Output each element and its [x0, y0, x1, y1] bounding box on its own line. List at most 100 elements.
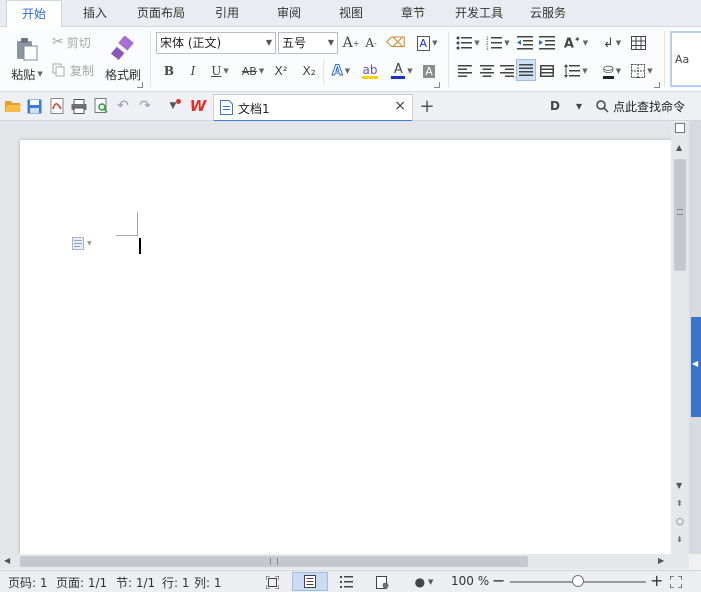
- document-tab[interactable]: 文档1 ×: [213, 94, 413, 122]
- font-dialog-launcher[interactable]: [434, 82, 440, 88]
- new-tab-button[interactable]: +: [418, 96, 436, 117]
- style-gallery-item[interactable]: Aa: [670, 31, 701, 87]
- line-spacing-button[interactable]: ▼: [562, 61, 590, 81]
- align-right-button[interactable]: [498, 61, 516, 81]
- highlighter-icon: ab: [362, 62, 378, 77]
- chinese-layout-button[interactable]: A✦ ▼: [562, 33, 590, 53]
- text-effects-button[interactable]: A ▼: [328, 61, 354, 81]
- tab-home[interactable]: 开始: [6, 0, 62, 28]
- brush-icon: [110, 35, 134, 60]
- font-name-select[interactable]: 宋体 (正文) ▼: [156, 32, 276, 54]
- open-button[interactable]: [4, 97, 22, 115]
- decrease-indent-button[interactable]: [516, 33, 534, 53]
- tab-chapter[interactable]: 章节: [390, 0, 436, 27]
- align-left-button[interactable]: [456, 61, 474, 81]
- line-spacing-icon: [564, 64, 581, 78]
- document-page[interactable]: ▼: [20, 140, 672, 554]
- reading-mode-button[interactable]: ● ▼: [410, 574, 438, 590]
- tab-page-layout[interactable]: 页面布局: [130, 0, 192, 27]
- zoom-out-button[interactable]: −: [492, 571, 505, 590]
- select-browse-object-icon[interactable]: ○: [676, 517, 684, 527]
- cut-button[interactable]: ✂ 剪切: [52, 32, 102, 52]
- underline-button[interactable]: U ▼: [206, 61, 234, 81]
- grow-font-button[interactable]: A +: [342, 33, 360, 53]
- chevron-down-icon: ▼: [37, 70, 43, 78]
- character-border-button[interactable]: A ▼: [412, 33, 442, 53]
- clear-format-button[interactable]: ⌫: [386, 33, 406, 53]
- export-pdf-button[interactable]: [48, 97, 66, 115]
- fit-page-button[interactable]: [668, 574, 684, 590]
- copy-button[interactable]: 复制: [52, 60, 102, 80]
- customize-quick-access-button[interactable]: ▼: [164, 97, 182, 115]
- horizontal-scrollbar-thumb[interactable]: [20, 556, 528, 567]
- show-hide-marks-button[interactable]: ↲ ▼: [598, 33, 626, 53]
- vertical-scrollbar[interactable]: ▲ ▼ ⇞ ○ ⇟: [671, 121, 689, 554]
- outline-view-button[interactable]: [338, 574, 354, 590]
- search-command-button[interactable]: 点此查找命令: [596, 97, 700, 115]
- highlight-button[interactable]: ab: [356, 61, 384, 81]
- redo-button[interactable]: ↷: [136, 97, 154, 115]
- font-size-select[interactable]: 五号 ▼: [278, 32, 338, 54]
- tab-references[interactable]: 引用: [204, 0, 250, 27]
- scroll-right-arrow-icon[interactable]: ▶: [658, 556, 664, 565]
- text-effects-icon: A: [331, 63, 343, 80]
- tab-review[interactable]: 审阅: [266, 0, 312, 27]
- tab-insert[interactable]: 插入: [70, 0, 120, 27]
- shading-button[interactable]: ⛀ ▼: [598, 61, 626, 81]
- paragraph-tool-button[interactable]: ▼: [72, 237, 92, 250]
- web-view-button[interactable]: [374, 574, 390, 590]
- scroll-up-arrow-icon[interactable]: ▲: [676, 143, 682, 152]
- zoom-slider-thumb[interactable]: [572, 575, 584, 587]
- numbering-button[interactable]: 123 ▼: [484, 33, 512, 53]
- next-page-icon[interactable]: ⇟: [676, 535, 683, 544]
- wps-home-button[interactable]: W: [188, 97, 208, 115]
- task-pane-toggle[interactable]: ◀: [691, 317, 701, 417]
- tab-developer[interactable]: 开发工具: [446, 0, 512, 27]
- distributed-align-button[interactable]: [538, 61, 556, 81]
- undo-button[interactable]: ↶: [114, 97, 132, 115]
- table-button[interactable]: [628, 33, 648, 53]
- subscript-button[interactable]: X₂: [298, 61, 320, 81]
- italic-button[interactable]: I: [184, 61, 202, 81]
- tab-view[interactable]: 视图: [328, 0, 374, 27]
- scrollbar-thumb[interactable]: [674, 159, 686, 271]
- split-view-icon[interactable]: [675, 123, 685, 133]
- zoom-slider[interactable]: [510, 575, 646, 587]
- strikethrough-button[interactable]: AB ▼: [238, 61, 268, 81]
- comments-button[interactable]: ▾: [570, 97, 588, 115]
- align-center-button[interactable]: [478, 61, 496, 81]
- zoom-in-button[interactable]: +: [650, 571, 663, 590]
- format-painter-label: 格式刷: [104, 67, 141, 82]
- divider: [323, 61, 324, 83]
- superscript-button[interactable]: X²: [270, 61, 292, 81]
- underline-label: U: [211, 64, 222, 78]
- format-painter-button[interactable]: 格式刷: [103, 31, 143, 87]
- page-view-button[interactable]: [292, 572, 328, 591]
- print-button[interactable]: [70, 97, 88, 115]
- tab-cloud-services[interactable]: 云服务: [520, 0, 576, 27]
- scroll-left-arrow-icon[interactable]: ◀: [4, 556, 10, 565]
- horizontal-scrollbar[interactable]: ◀ ▶: [0, 554, 689, 569]
- previous-page-icon[interactable]: ⇞: [676, 499, 683, 508]
- character-shading-button[interactable]: A: [420, 61, 438, 81]
- save-button[interactable]: [25, 97, 43, 115]
- borders-button[interactable]: ▼: [628, 61, 656, 81]
- paste-button[interactable]: 粘贴 ▼: [6, 31, 48, 87]
- collaborate-button[interactable]: D: [546, 97, 564, 115]
- bold-button[interactable]: B: [160, 61, 178, 81]
- close-tab-icon[interactable]: ×: [394, 98, 406, 114]
- print-preview-button[interactable]: [92, 97, 110, 115]
- full-screen-button[interactable]: [264, 574, 280, 590]
- status-bar: 页码: 1 页面: 1/1 节: 1/1 行: 1 列: 1 ● ▼ 100 %…: [0, 570, 701, 592]
- increase-indent-button[interactable]: [538, 33, 556, 53]
- search-command-label: 点此查找命令: [613, 99, 686, 114]
- zoom-level[interactable]: 100 %: [451, 574, 489, 588]
- justify-button[interactable]: [516, 59, 536, 81]
- bullets-button[interactable]: ▼: [454, 33, 482, 53]
- chevron-down-icon: ▼: [258, 67, 265, 75]
- font-color-button[interactable]: A ▼: [388, 61, 416, 81]
- clipboard-dialog-launcher[interactable]: [137, 82, 143, 88]
- paragraph-dialog-launcher[interactable]: [654, 82, 660, 88]
- scroll-down-arrow-icon[interactable]: ▼: [676, 481, 682, 490]
- shrink-font-button[interactable]: A-: [362, 33, 380, 53]
